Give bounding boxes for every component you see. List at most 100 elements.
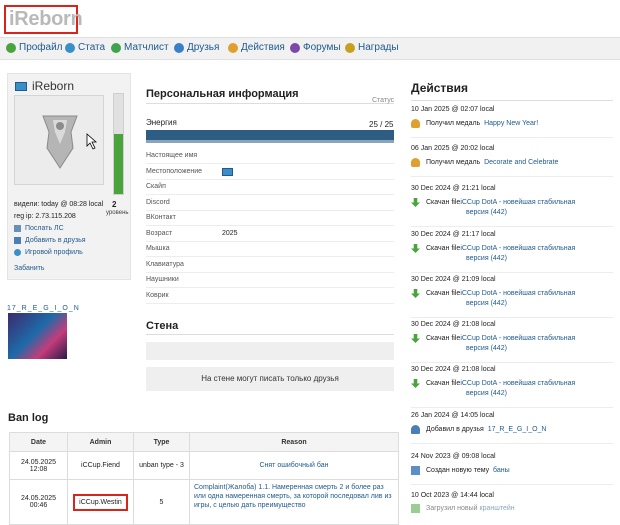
activity-item: 30 Dec 2024 @ 21:17 local Скачан fileiCC… [411,231,613,273]
add-friend-icon [411,425,420,434]
avatar-image [42,115,98,169]
tab-actions[interactable]: Действия [228,42,285,53]
ban-user-link[interactable]: Забанить [14,265,45,272]
profile-username: iReborn [32,79,75,93]
medal-link[interactable]: Happy New Year! [484,120,538,127]
game-profile-icon [14,249,21,256]
table-row: 24.05.2025 00:46 iCCup.Westin 5 Complain… [9,479,399,525]
level-value: 2 [112,200,117,209]
location-flag-icon [222,168,233,176]
forum-icon [290,42,300,53]
tab-friends[interactable]: Друзья [174,42,219,53]
download-icon [411,289,420,298]
info-row-skype: Скайп [146,180,394,195]
ban-reason[interactable]: Complaint(Жалоба) 1.1. Намеренная смерть… [189,479,399,525]
personal-info-heading: Персональная информация [146,88,299,100]
activity-item: 24 Nov 2023 @ 09:08 local Создан новую т… [411,453,613,485]
profile-panel: iReborn видели: today @ 08:28 local 2 ур… [7,73,131,280]
wall-input [146,342,394,360]
info-row-vk: ВКонтакт [146,211,394,226]
info-icon [65,42,75,53]
topic-icon [411,466,420,475]
ban-admin: iCCup.Westin [73,493,128,511]
ban-type: unban type - 3 [133,451,190,480]
send-message-link[interactable]: Послать ЛС [14,225,64,232]
actions-heading: Действия [411,81,469,95]
status-label: Статус [372,97,395,104]
file-link[interactable]: iCCup DotA - новейшая стабильная [460,380,575,387]
wall-divider [146,334,394,335]
last-seen: видели: today @ 08:28 local [14,201,104,208]
info-row-real-name: Настоящее имя [146,149,394,164]
game-profile-link[interactable]: Игровой профиль [14,249,83,256]
profile-nav: Профайл Стата Матчлист Друзья Действия Ф… [0,37,620,60]
file-link[interactable]: iCCup DotA - новейшая стабильная [460,245,575,252]
activity-item: 30 Dec 2024 @ 21:08 local Скачан fileiCC… [411,366,613,408]
tab-stats[interactable]: Стата [65,42,105,53]
column-header: Admin [67,432,134,452]
banlog-heading: Ban log [8,412,49,424]
file-link[interactable]: iCCup DotA - новейшая стабильная [460,290,575,297]
activity-item: 26 Jan 2024 @ 14:05 local Добавил в друз… [411,412,613,444]
info-row-mouse: Мышка [146,242,394,257]
activity-item: 06 Jan 2025 @ 20:02 local Получил медаль… [411,145,613,177]
tab-awards[interactable]: Награды [345,42,399,53]
topic-link[interactable]: баны [493,467,510,474]
page-title-box: iReborn [4,5,83,34]
ban-admin: iCCup.Fiend [67,451,134,480]
download-icon [411,244,420,253]
profile-icon [6,42,16,53]
info-row-keyboard: Клавиатура [146,258,394,273]
tab-forums[interactable]: Форумы [290,42,341,53]
add-friend-icon [14,237,21,244]
medal-link[interactable]: Decorate and Celebrate [484,159,558,166]
column-header: Reason [189,432,399,452]
file-link[interactable]: iCCup DotA - новейшая стабильная [460,335,575,342]
table-row: 24.05.2025 12:08 iCCup.Fiend unban type … [9,451,399,480]
medal-icon [411,158,420,167]
avatar [14,95,104,185]
friend-avatar[interactable] [8,313,67,359]
info-row-discord: Discord [146,196,394,211]
file-link[interactable]: iCCup DotA - новейшая стабильная [460,199,575,206]
activity-item: 10 Jan 2025 @ 02:07 local Получил медаль… [411,106,613,138]
medal-icon [411,119,420,128]
page-title: iReborn [9,8,83,30]
energy-value: 25 / 25 [369,120,394,129]
add-friend-link[interactable]: Добавить в друзья [14,237,86,244]
energy-label: Энергия [146,118,177,127]
ban-admin-cell: iCCup.Westin [67,479,134,525]
level-bar [113,93,124,195]
heading-divider [146,103,394,104]
country-flag-icon [15,82,27,91]
tab-profile[interactable]: Профайл [6,42,63,53]
wall-message: На стене могут писать только друзья [146,367,394,391]
activity-item: 10 Oct 2023 @ 14:44 local Загрузил новый… [411,492,515,513]
ban-date: 24.05.2025 00:46 [9,479,68,525]
info-row-headphones: Наушники [146,273,394,288]
reg-ip: reg ip: 2.73.115.208 [14,213,76,220]
info-row-mousepad: Коврик [146,289,394,304]
tab-matchlist[interactable]: Матчлист [111,42,169,53]
ban-reason[interactable]: Снят ошибочный бан [189,451,399,480]
actions-divider [411,100,613,101]
friends-icon [174,42,184,53]
friend-name-link[interactable]: 17_R_E_G_I_O_N [7,305,80,312]
info-row-location: Местоположение [146,165,394,180]
mail-icon [14,225,21,232]
banlog-table: Date Admin Type Reason 24.05.2025 12:08 … [9,432,399,525]
radiation-icon [111,42,121,53]
friend-link[interactable]: 17_R_E_G_I_O_N [488,426,547,433]
award-icon [345,42,355,53]
energy-bar [146,130,394,143]
activity-item: 30 Dec 2024 @ 21:09 local Скачан fileiCC… [411,276,613,318]
level-label: уровень [106,210,129,216]
ban-date: 24.05.2025 12:08 [9,451,68,480]
activity-item: 30 Dec 2024 @ 21:08 local Скачан fileiCC… [411,321,613,363]
level-bar-fill [114,134,123,194]
download-icon [411,198,420,207]
wall-heading: Стена [146,320,179,332]
table-header-row: Date Admin Type Reason [9,432,399,452]
ban-type: 5 [133,479,190,525]
column-header: Date [9,432,68,452]
